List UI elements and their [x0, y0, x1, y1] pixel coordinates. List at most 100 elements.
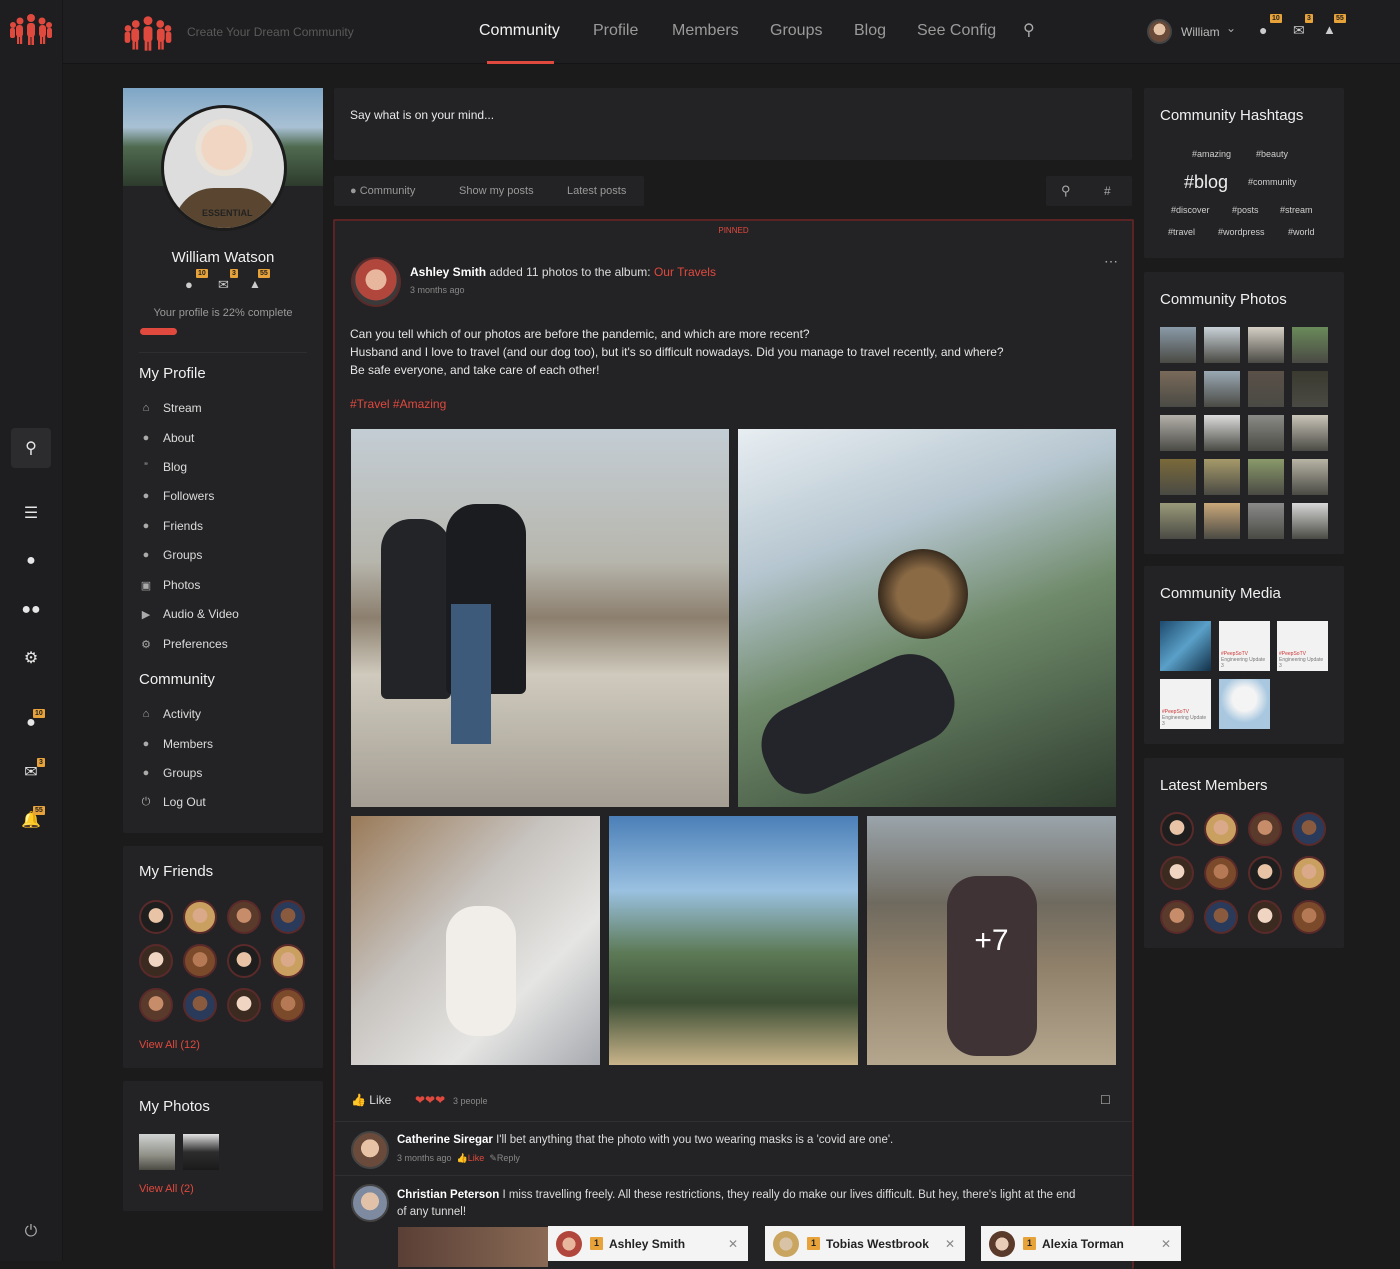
close-icon[interactable]: ✕ — [945, 1237, 955, 1251]
avatar[interactable] — [227, 944, 261, 978]
bell-icon[interactable]: ▲ 55 — [249, 269, 270, 291]
post-photo[interactable] — [351, 429, 729, 807]
community-photo-thumb[interactable] — [1160, 327, 1196, 363]
menu-followers[interactable]: ● Followers — [139, 489, 215, 503]
community-photo-thumb[interactable] — [1292, 415, 1328, 451]
reactions-icon[interactable]: ❤❤❤ — [415, 1093, 445, 1107]
comment-author[interactable]: Christian Peterson — [397, 1189, 499, 1201]
avatar[interactable] — [1248, 900, 1282, 934]
media-thumb[interactable]: #PeepSoTV Engineering Update 3 — [1219, 621, 1270, 671]
community-photo-thumb[interactable] — [1292, 503, 1328, 539]
close-icon[interactable]: ✕ — [1161, 1237, 1171, 1251]
bell-icon[interactable]: 🔔 55 — [11, 800, 51, 840]
search-icon[interactable]: ⚲ — [1023, 20, 1035, 40]
friends-view-all-link[interactable]: View All (12) — [139, 1039, 200, 1051]
menu-about[interactable]: ● About — [139, 431, 195, 445]
community-photo-thumb[interactable] — [1248, 327, 1284, 363]
post-hashtags[interactable]: #Travel #Amazing — [350, 397, 446, 411]
community-photo-thumb[interactable] — [1292, 371, 1328, 407]
my-photo-thumb[interactable] — [139, 1134, 175, 1170]
menu-photos[interactable]: ▣ Photos — [139, 578, 201, 592]
avatar[interactable] — [1204, 812, 1238, 846]
comment-avatar[interactable] — [351, 1184, 389, 1222]
hashtag-world[interactable]: #world — [1288, 227, 1315, 237]
avatar[interactable] — [1292, 900, 1326, 934]
my-photo-thumb[interactable] — [183, 1134, 219, 1170]
post-composer[interactable]: Say what is on your mind... — [334, 88, 1132, 160]
post-photo[interactable] — [738, 429, 1116, 807]
profile-avatar[interactable]: ESSENTIAL — [161, 105, 287, 231]
search-icon[interactable]: ⚲ — [1061, 183, 1071, 199]
composer-input[interactable]: Say what is on your mind... — [350, 108, 494, 122]
community-photo-thumb[interactable] — [1204, 459, 1240, 495]
bell-icon[interactable]: ▲ 55 — [1323, 14, 1346, 37]
like-button[interactable]: 👍 Like — [351, 1093, 391, 1107]
media-thumb[interactable]: #PeepSoTV Engineering Update 3 — [1277, 621, 1328, 671]
nav-members[interactable]: Members — [672, 22, 739, 40]
avatar[interactable] — [183, 900, 217, 934]
menu-activity[interactable]: ⌂ Activity — [139, 707, 201, 721]
friends-icon[interactable]: ● 10 — [1259, 14, 1282, 38]
avatar[interactable] — [227, 988, 261, 1022]
mail-icon[interactable]: ✉ 3 — [218, 269, 238, 293]
bookmark-icon[interactable]: ☐ — [1100, 1093, 1111, 1107]
messages-icon[interactable]: ✉ 3 — [11, 752, 51, 792]
community-photo-thumb[interactable] — [1204, 415, 1240, 451]
more-options-icon[interactable]: ⋯ — [1104, 253, 1118, 270]
menu-groups[interactable]: ● Groups — [139, 548, 203, 562]
chat-tab[interactable]: 1 Tobias Westbrook ✕ — [765, 1226, 965, 1261]
menu-blog[interactable]: ” Blog — [139, 460, 187, 474]
media-thumb[interactable] — [1160, 621, 1211, 671]
chat-tab[interactable]: 1 Ashley Smith ✕ — [548, 1226, 748, 1261]
chat-tab[interactable]: 1 Alexia Torman ✕ — [981, 1226, 1181, 1261]
hashtag-wordpress[interactable]: #wordpress — [1218, 227, 1265, 237]
members-icon[interactable]: ●● — [11, 590, 51, 630]
filter-latest-posts[interactable]: Latest posts — [567, 185, 626, 197]
nav-blog[interactable]: Blog — [854, 22, 886, 40]
gear-icon[interactable]: ⚙ — [11, 638, 51, 678]
friends-icon[interactable]: ● 10 — [185, 269, 208, 292]
hashtag-community[interactable]: #community — [1248, 177, 1297, 187]
post-photo[interactable] — [609, 816, 858, 1065]
community-photo-thumb[interactable] — [1248, 503, 1284, 539]
avatar[interactable] — [1292, 812, 1326, 846]
avatar[interactable] — [139, 900, 173, 934]
comment-avatar[interactable] — [351, 1131, 389, 1169]
nav-community[interactable]: Community — [479, 22, 560, 40]
hashtag-beauty[interactable]: #beauty — [1256, 149, 1288, 159]
reaction-count[interactable]: 3 people — [453, 1096, 488, 1106]
community-photo-thumb[interactable] — [1204, 327, 1240, 363]
community-photo-thumb[interactable] — [1204, 371, 1240, 407]
post-time[interactable]: 3 months ago — [410, 285, 465, 295]
author-avatar[interactable] — [351, 257, 401, 307]
user-icon[interactable]: ● — [11, 541, 51, 581]
comment-image[interactable] — [398, 1227, 548, 1267]
avatar[interactable] — [271, 900, 305, 934]
menu-friends[interactable]: ● Friends — [139, 519, 203, 533]
menu-members[interactable]: ● Members — [139, 737, 213, 751]
avatar[interactable] — [1160, 856, 1194, 890]
menu-icon[interactable]: ☰ — [11, 493, 51, 533]
avatar[interactable] — [139, 944, 173, 978]
filter-community[interactable]: ● Community — [350, 185, 415, 197]
chevron-down-icon[interactable]: ⌄ — [1226, 21, 1236, 35]
nav-profile[interactable]: Profile — [593, 22, 638, 40]
avatar[interactable] — [1204, 856, 1238, 890]
comment-like-button[interactable]: 👍Like — [457, 1153, 485, 1163]
avatar[interactable] — [183, 944, 217, 978]
brand-logo-icon[interactable] — [123, 14, 173, 59]
community-photo-thumb[interactable] — [1248, 371, 1284, 407]
nav-see-config[interactable]: See Config — [917, 22, 996, 40]
nav-groups[interactable]: Groups — [770, 22, 822, 40]
hashtag-posts[interactable]: #posts — [1232, 205, 1259, 215]
community-photo-thumb[interactable] — [1160, 459, 1196, 495]
comment-author[interactable]: Catherine Siregar — [397, 1134, 493, 1146]
menu-audio-video[interactable]: ▶ Audio & Video — [139, 607, 239, 621]
hashtag-discover[interactable]: #discover — [1171, 205, 1210, 215]
avatar[interactable] — [1292, 856, 1326, 890]
hashtag-stream[interactable]: #stream — [1280, 205, 1313, 215]
hashtag-travel[interactable]: #travel — [1168, 227, 1195, 237]
community-photo-thumb[interactable] — [1248, 415, 1284, 451]
post-author[interactable]: Ashley Smith — [410, 265, 486, 279]
post-photo[interactable] — [351, 816, 600, 1065]
